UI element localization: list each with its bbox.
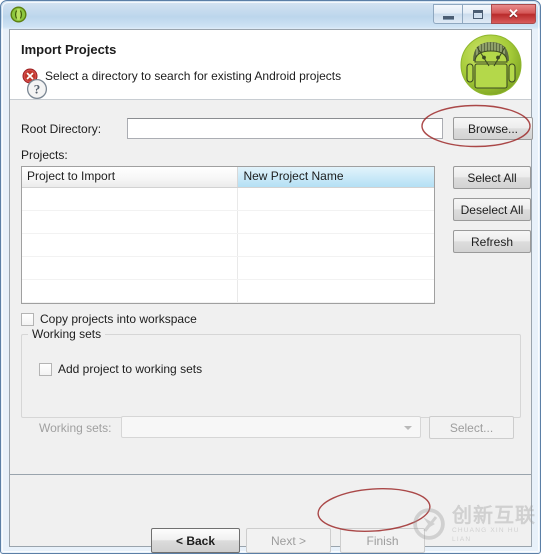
close-icon: ✕ — [508, 5, 519, 21]
cell-project-to-import — [22, 211, 239, 233]
working-sets-combo — [121, 416, 421, 438]
root-directory-input[interactable] — [127, 118, 443, 139]
back-button[interactable]: < Back — [151, 528, 240, 553]
table-row[interactable] — [22, 211, 434, 234]
add-to-working-sets-checkbox-row[interactable]: Add project to working sets — [39, 362, 202, 376]
cell-new-project-name — [238, 234, 434, 256]
dialog-client-area: Import Projects Select a directory to se… — [9, 29, 533, 553]
root-directory-row: Root Directory: Browse... — [21, 117, 533, 142]
copy-projects-checkbox[interactable] — [21, 312, 34, 326]
maximize-icon — [473, 10, 483, 19]
refresh-button[interactable]: Refresh — [453, 230, 531, 253]
table-body — [22, 188, 434, 304]
title-bar[interactable]: ✕ — [2, 2, 539, 28]
working-sets-select-button: Select... — [429, 416, 514, 439]
page-title: Import Projects — [21, 42, 117, 57]
table-row[interactable] — [22, 188, 434, 211]
next-button: Next > — [246, 528, 331, 553]
page-status-message: Select a directory to search for existin… — [45, 69, 342, 83]
deselect-all-button[interactable]: Deselect All — [453, 198, 531, 221]
cell-new-project-name — [238, 211, 434, 233]
page-status-row: Select a directory to search for existin… — [22, 68, 341, 84]
working-sets-group — [21, 334, 521, 418]
table-row[interactable] — [22, 234, 434, 257]
cell-new-project-name — [238, 280, 434, 302]
add-to-working-sets-checkbox[interactable] — [39, 362, 52, 376]
minimize-icon — [443, 16, 454, 20]
eclipse-icon — [10, 6, 27, 23]
cell-project-to-import — [22, 257, 239, 279]
select-all-button[interactable]: Select All — [453, 166, 531, 189]
window-controls: ✕ — [433, 4, 536, 25]
copy-projects-checkbox-row[interactable]: Copy projects into workspace — [21, 312, 197, 326]
cell-new-project-name — [238, 257, 434, 279]
maximize-button[interactable] — [462, 4, 491, 24]
cell-project-to-import — [22, 234, 239, 256]
column-header-new-project-name[interactable]: New Project Name — [238, 167, 434, 187]
working-sets-group-title: Working sets — [28, 327, 106, 341]
cell-project-to-import — [22, 188, 239, 210]
minimize-button[interactable] — [433, 4, 462, 24]
projects-label: Projects: — [21, 148, 68, 162]
cell-project-to-import — [22, 303, 238, 304]
table-row[interactable] — [22, 303, 434, 304]
chevron-down-icon — [404, 426, 412, 430]
close-button[interactable]: ✕ — [491, 4, 536, 24]
root-directory-label: Root Directory: — [21, 122, 102, 136]
add-to-working-sets-label: Add project to working sets — [58, 362, 203, 376]
working-sets-combo-label: Working sets: — [39, 421, 112, 435]
finish-button: Finish — [340, 528, 425, 553]
dialog-screenshot: ✕ Import Projects Select a directory to … — [0, 0, 541, 554]
android-robot-icon — [459, 33, 523, 97]
cell-project-to-import — [22, 280, 239, 302]
wizard-page-header: Import Projects Select a directory to se… — [10, 30, 531, 100]
cell-new-project-name — [238, 188, 434, 210]
projects-table[interactable]: Project to Import New Project Name — [21, 166, 435, 304]
svg-text:?: ? — [34, 82, 41, 97]
copy-projects-label: Copy projects into workspace — [40, 312, 197, 326]
column-header-project-to-import[interactable]: Project to Import — [22, 167, 239, 187]
table-header-row: Project to Import New Project Name — [22, 167, 434, 188]
browse-button[interactable]: Browse... — [453, 117, 533, 140]
cell-new-project-name — [238, 303, 434, 304]
question-mark-icon[interactable]: ? — [26, 78, 48, 100]
table-row[interactable] — [22, 257, 434, 280]
table-row[interactable] — [22, 280, 434, 303]
